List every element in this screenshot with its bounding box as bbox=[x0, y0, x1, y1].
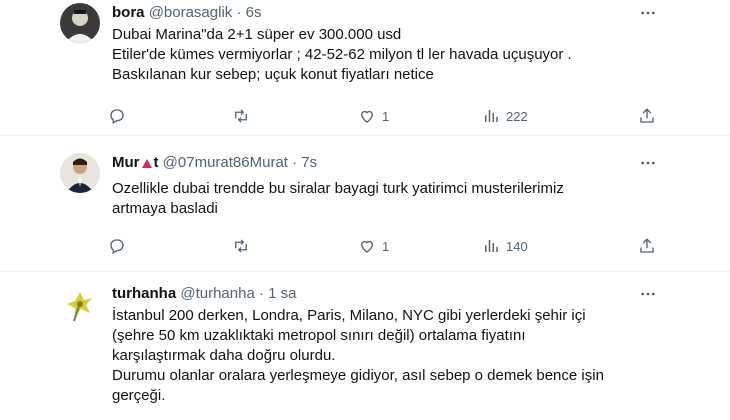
more-icon[interactable] bbox=[638, 284, 658, 304]
more-icon[interactable] bbox=[638, 3, 658, 23]
reply-button[interactable] bbox=[108, 106, 126, 126]
like-count: 1 bbox=[382, 238, 390, 254]
view-count: 140 bbox=[506, 238, 528, 254]
share-icon bbox=[640, 108, 654, 123]
timestamp[interactable]: 6s bbox=[246, 4, 262, 21]
like-button[interactable]: 1 bbox=[358, 236, 389, 256]
user-handle[interactable]: @07murat86Murat bbox=[163, 154, 288, 171]
user-handle[interactable]: @turhanha bbox=[180, 285, 254, 302]
display-name[interactable]: Mur t bbox=[112, 154, 159, 171]
like-button[interactable]: 1 bbox=[358, 106, 389, 126]
tweet-text-line: İstanbul 200 derken, Londra, Paris, Mila… bbox=[112, 307, 586, 324]
like-count: 1 bbox=[382, 108, 390, 124]
views-button[interactable]: 222 bbox=[482, 106, 528, 126]
tweet-text-line: Ozellikle dubai trendde bu siralar bayag… bbox=[112, 180, 564, 197]
tweet-text: İstanbul 200 derken, Londra, Paris, Mila… bbox=[112, 306, 672, 406]
display-name-prefix: Mur bbox=[112, 154, 140, 171]
timeline: bora @borasaglik · 6s Dubai Marina"da 2+… bbox=[0, 0, 730, 420]
like-icon bbox=[361, 110, 373, 123]
timestamp[interactable]: 7s bbox=[301, 154, 317, 171]
tweet-text-line: Durumu olanlar oralara yerleşmeye gidiyo… bbox=[112, 367, 604, 384]
timestamp[interactable]: 1 sa bbox=[268, 285, 296, 302]
share-button[interactable] bbox=[638, 106, 656, 126]
reply-icon bbox=[110, 109, 124, 124]
share-icon bbox=[640, 238, 654, 253]
tweet-header: turhanha @turhanha · 1 sa bbox=[112, 284, 297, 304]
retweet-button[interactable] bbox=[232, 236, 250, 256]
tweet-header: Mur t @07murat86Murat · 7s bbox=[112, 153, 317, 173]
views-icon bbox=[485, 110, 498, 122]
tweet-header: bora @borasaglik · 6s bbox=[112, 3, 261, 23]
tweet-actions: 1 222 bbox=[108, 106, 668, 126]
view-count: 222 bbox=[506, 108, 528, 124]
tweet-text-line: Baskılanan kur sebep; uçuk konut fiyatla… bbox=[112, 66, 434, 83]
tweet-text-line: gerçeği. bbox=[112, 387, 166, 404]
tweet-text-line: karşılaştırmak daha doğru olurdu. bbox=[112, 347, 336, 364]
display-name[interactable]: bora bbox=[112, 4, 145, 21]
flag-icon bbox=[141, 158, 152, 168]
views-icon bbox=[485, 240, 498, 252]
retweet-button[interactable] bbox=[232, 106, 250, 126]
share-button[interactable] bbox=[638, 236, 656, 256]
retweet-icon bbox=[235, 239, 247, 253]
avatar[interactable] bbox=[60, 284, 100, 324]
user-handle[interactable]: @borasaglik bbox=[149, 4, 233, 21]
tweet-actions: 1 140 bbox=[108, 236, 668, 256]
tweet-bora[interactable]: bora @borasaglik · 6s Dubai Marina"da 2+… bbox=[0, 0, 730, 134]
like-icon bbox=[361, 240, 373, 253]
tweet-text-line: artmaya basladi bbox=[112, 200, 218, 217]
tweet-text: Ozellikle dubai trendde bu siralar bayag… bbox=[112, 179, 672, 219]
more-icon[interactable] bbox=[638, 153, 658, 173]
avatar[interactable] bbox=[60, 153, 100, 193]
retweet-icon bbox=[235, 109, 247, 123]
tweet-turhanha[interactable]: turhanha @turhanha · 1 sa İstanbul 200 d… bbox=[0, 272, 730, 420]
views-button[interactable]: 140 bbox=[482, 236, 528, 256]
avatar[interactable] bbox=[60, 3, 100, 43]
tweet-text-line: Etiler'de kümes vermiyorlar ; 42-52-62 m… bbox=[112, 46, 572, 63]
separator-dot: · bbox=[258, 285, 264, 302]
reply-button[interactable] bbox=[108, 236, 126, 256]
separator-dot: · bbox=[292, 154, 298, 171]
display-name[interactable]: turhanha bbox=[112, 285, 176, 302]
separator-dot: · bbox=[236, 4, 242, 21]
tweet-murat[interactable]: Mur t @07murat86Murat · 7s Ozellikle duba… bbox=[0, 136, 730, 270]
tweet-text-line: Dubai Marina"da 2+1 süper ev 300.000 usd bbox=[112, 26, 402, 43]
reply-icon bbox=[110, 239, 124, 254]
display-name-suffix: t bbox=[153, 154, 159, 171]
tweet-text-line: (şehre 50 km uzaklıktaki metropol sınırı… bbox=[112, 327, 526, 344]
tweet-text: Dubai Marina"da 2+1 süper ev 300.000 usd… bbox=[112, 25, 672, 85]
